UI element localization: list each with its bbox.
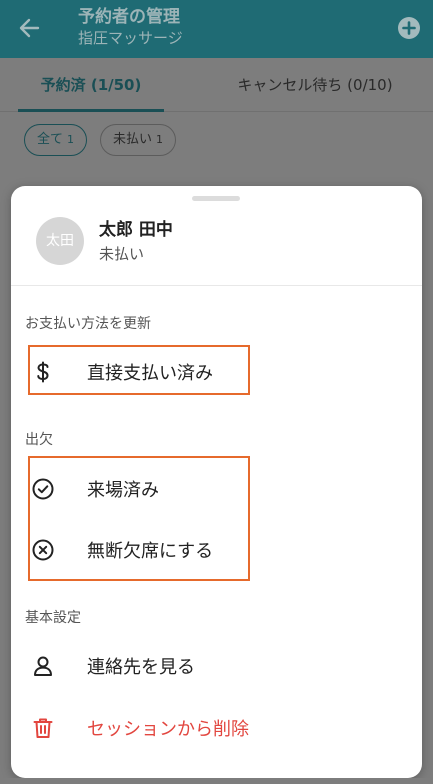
check-circle-icon <box>32 478 54 500</box>
avatar: 太田 <box>36 217 84 265</box>
filter-chip-all[interactable]: 全て 1 <box>24 124 88 156</box>
drag-handle[interactable] <box>192 196 240 201</box>
section-label-basic: 基本設定 <box>25 610 81 626</box>
user-name: 太郎 田中 <box>99 220 173 240</box>
menu-item-label: 来場済み <box>87 480 159 501</box>
dollar-icon <box>37 361 49 383</box>
menu-item-label: 連絡先を見る <box>87 657 195 678</box>
view-contact-button[interactable]: 連絡先を見る <box>31 644 195 688</box>
chip-label: 未払い <box>113 132 153 147</box>
tab-waitlist[interactable]: キャンセル待ち (0/10) <box>200 58 430 112</box>
menu-item-label: 無断欠席にする <box>87 541 214 562</box>
tab-reserved[interactable]: 予約済 (1/50) <box>18 58 164 112</box>
mark-no-show-button[interactable]: 無断欠席にする <box>31 528 213 572</box>
header-titles: 予約者の管理 指圧マッサージ <box>78 6 183 48</box>
mark-attended-button[interactable]: 来場済み <box>31 467 159 511</box>
remove-from-session-button[interactable]: セッションから削除 <box>31 706 249 750</box>
chip-label: 全て <box>37 132 64 147</box>
section-label-payment: お支払い方法を更新 <box>25 316 151 332</box>
filter-chip-unpaid[interactable]: 未払い 1 <box>100 124 177 156</box>
add-icon[interactable] <box>397 16 421 40</box>
menu-item-label: 直接支払い済み <box>87 363 213 384</box>
app-bar: 予約者の管理 指圧マッサージ <box>0 0 433 58</box>
payment-status: 未払い <box>99 245 145 263</box>
direct-payment-button[interactable]: 直接支払い済み <box>31 350 213 394</box>
x-circle-icon <box>32 539 54 561</box>
chip-count: 1 <box>156 133 164 146</box>
divider <box>11 285 422 286</box>
action-bottom-sheet: 太田 太郎 田中 未払い お支払い方法を更新 直接支払い済み 出欠 来場済み 無… <box>11 186 422 778</box>
trash-icon <box>33 718 53 738</box>
page-title: 予約者の管理 <box>78 7 180 27</box>
person-icon <box>34 656 52 676</box>
page-subtitle: 指圧マッサージ <box>78 29 183 47</box>
section-label-attendance: 出欠 <box>25 432 53 448</box>
menu-item-label: セッションから削除 <box>87 719 249 740</box>
back-arrow-icon[interactable] <box>16 14 44 42</box>
chip-count: 1 <box>67 133 75 146</box>
tab-bar: 予約済 (1/50) キャンセル待ち (0/10) <box>0 58 433 112</box>
overlay-strip <box>0 778 433 784</box>
